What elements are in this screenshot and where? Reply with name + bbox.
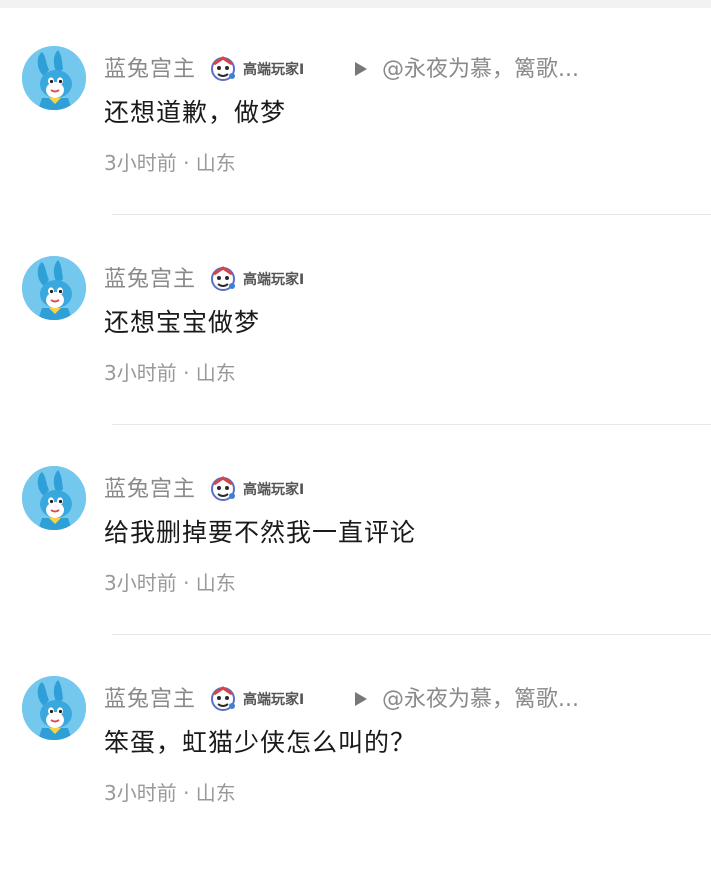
badge-label: 高端玩家I xyxy=(243,272,305,288)
comment-item: 蓝兔宫主 高端玩家I 给我删掉要不然我一直评论 3小时前 · 山东 xyxy=(0,466,711,676)
avatar[interactable] xyxy=(22,676,86,740)
blue-rabbit-avatar-icon xyxy=(22,466,86,530)
reply-target[interactable]: @永夜为慕，篱歌... xyxy=(382,686,579,714)
comment-meta: 3小时前 · 山东 xyxy=(104,781,236,805)
reply-target[interactable]: @永夜为慕，篱歌... xyxy=(382,56,579,84)
comment-text: 笨蛋，虹猫少侠怎么叫的？ xyxy=(104,728,417,757)
divider xyxy=(112,634,711,635)
divider xyxy=(112,424,711,425)
blue-rabbit-avatar-icon xyxy=(22,256,86,320)
comment-text: 还想道歉，做梦 xyxy=(104,98,287,127)
player-level-badge-icon xyxy=(208,474,238,504)
badge-label: 高端玩家I xyxy=(243,692,305,708)
username[interactable]: 蓝兔宫主 xyxy=(104,266,196,294)
comment-item: 蓝兔宫主 高端玩家I @永夜为慕，篱歌... 笨蛋，虹猫少侠怎么叫的？ 3小时前… xyxy=(0,676,711,886)
reply-arrow-icon xyxy=(355,692,367,706)
avatar[interactable] xyxy=(22,466,86,530)
avatar[interactable] xyxy=(22,46,86,110)
badge-label: 高端玩家I xyxy=(243,62,305,78)
comment-item: 蓝兔宫主 高端玩家I @永夜为慕，篱歌... 还想道歉，做梦 3小时前 · 山东 xyxy=(0,46,711,256)
username[interactable]: 蓝兔宫主 xyxy=(104,56,196,84)
username[interactable]: 蓝兔宫主 xyxy=(104,686,196,714)
player-level-badge-icon xyxy=(208,264,238,294)
blue-rabbit-avatar-icon xyxy=(22,676,86,740)
comment-meta: 3小时前 · 山东 xyxy=(104,361,236,385)
comment-meta: 3小时前 · 山东 xyxy=(104,151,236,175)
blue-rabbit-avatar-icon xyxy=(22,46,86,110)
comment-text: 给我删掉要不然我一直评论 xyxy=(104,518,417,547)
reply-arrow-icon xyxy=(355,62,367,76)
divider xyxy=(112,214,711,215)
comment-item: 蓝兔宫主 高端玩家I 还想宝宝做梦 3小时前 · 山东 xyxy=(0,256,711,466)
comment-text: 还想宝宝做梦 xyxy=(104,308,261,337)
username[interactable]: 蓝兔宫主 xyxy=(104,476,196,504)
avatar[interactable] xyxy=(22,256,86,320)
top-strip xyxy=(0,0,711,8)
badge-label: 高端玩家I xyxy=(243,482,305,498)
comment-meta: 3小时前 · 山东 xyxy=(104,571,236,595)
player-level-badge-icon xyxy=(208,684,238,714)
player-level-badge-icon xyxy=(208,54,238,84)
